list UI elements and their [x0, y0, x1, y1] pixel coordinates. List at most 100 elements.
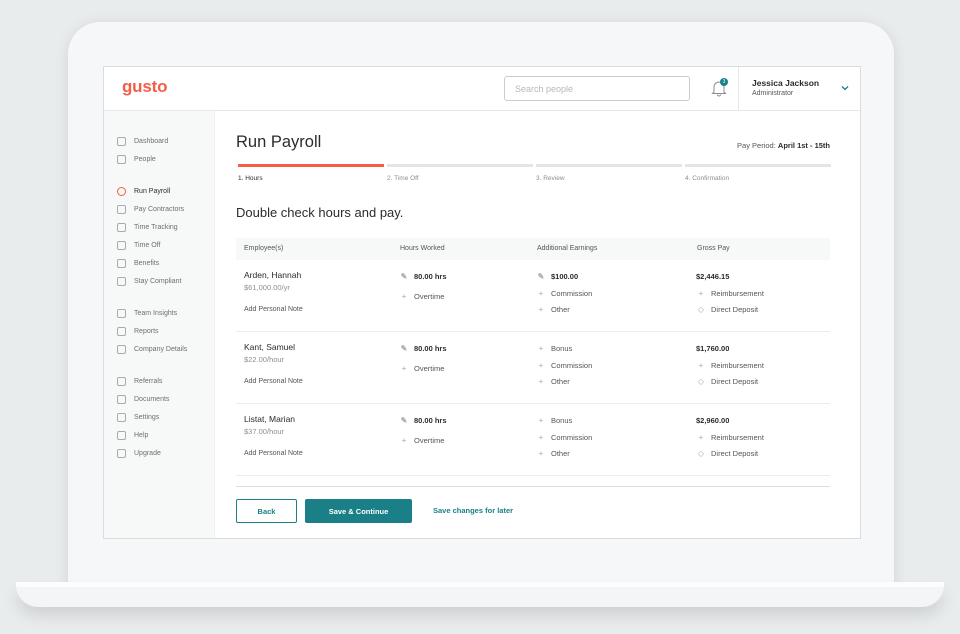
- deposit-label: Direct Deposit: [711, 304, 759, 314]
- step-label: 3. Review: [536, 175, 565, 182]
- sidebar-item-label: Help: [134, 431, 149, 439]
- search-input[interactable]: [504, 76, 690, 101]
- step-review[interactable]: 3. Review: [536, 164, 682, 182]
- save-for-later-link[interactable]: Save changes for later: [433, 506, 513, 515]
- sidebar: Dashboard People Run Payroll Pay Contrac…: [104, 111, 215, 538]
- overtime-label: Overtime: [414, 291, 445, 301]
- add-personal-note-link[interactable]: Add Personal Note: [244, 378, 303, 385]
- sidebar-item-pay-contractors[interactable]: Pay Contractors: [117, 203, 184, 215]
- payment-method[interactable]: ◇ Direct Deposit: [696, 375, 758, 387]
- save-continue-button[interactable]: Save & Continue: [305, 499, 412, 523]
- earning-label: Commission: [551, 360, 593, 370]
- earning-item[interactable]: + Commission: [536, 431, 593, 443]
- step-label: 4. Confirmation: [685, 175, 730, 182]
- plus-icon: +: [401, 435, 407, 445]
- earning-label: Commission: [551, 288, 593, 298]
- earning-label: Bonus: [551, 343, 573, 353]
- section-title: Double check hours and pay.: [236, 205, 404, 220]
- sidebar-item-label: Stay Compliant: [134, 277, 182, 285]
- hours-worked[interactable]: ✎ 80.00 hrs: [399, 414, 447, 426]
- hours-value: 80.00 hrs: [414, 415, 447, 425]
- pencil-icon: ✎: [537, 271, 545, 281]
- add-overtime[interactable]: + Overtime: [399, 290, 445, 302]
- sidebar-item-time-off[interactable]: Time Off: [117, 239, 160, 251]
- help-icon: [117, 430, 126, 440]
- add-reimbursement[interactable]: + Reimbursement: [696, 431, 764, 443]
- earning-item[interactable]: + Other: [536, 375, 570, 387]
- column-header: Employee(s): [244, 245, 284, 252]
- sidebar-item-run-payroll[interactable]: Run Payroll: [117, 185, 170, 197]
- add-overtime[interactable]: + Overtime: [399, 434, 445, 446]
- sidebar-item-documents[interactable]: Documents: [117, 393, 169, 405]
- notification-badge: 3: [720, 78, 728, 86]
- reimbursement-label: Reimbursement: [711, 360, 764, 370]
- sidebar-item-team-insights[interactable]: Team Insights: [117, 307, 177, 319]
- step-hours[interactable]: 1. Hours: [238, 164, 384, 182]
- sidebar-item-benefits[interactable]: Benefits: [117, 257, 159, 269]
- earning-label: Commission: [551, 432, 593, 442]
- gross-pay: $2,960.00: [696, 414, 729, 426]
- document-icon: [117, 394, 126, 404]
- add-overtime[interactable]: + Overtime: [399, 362, 445, 374]
- sidebar-item-label: Pay Contractors: [134, 205, 185, 213]
- plane-icon: [117, 240, 126, 250]
- chevron-down-icon[interactable]: [841, 85, 849, 91]
- step-label: 1. Hours: [238, 175, 263, 182]
- earning-item[interactable]: + Commission: [536, 359, 593, 371]
- sidebar-item-label: Team Insights: [134, 309, 178, 317]
- table-row: Listat, Marian $37.00/hour Add Personal …: [236, 404, 830, 476]
- upgrade-icon: [117, 448, 126, 458]
- step-time-off[interactable]: 2. Time Off: [387, 164, 533, 182]
- gusto-logo[interactable]: gusto: [122, 77, 167, 97]
- earning-item[interactable]: + Other: [536, 303, 570, 315]
- user-name[interactable]: Jessica Jackson: [752, 78, 819, 88]
- plus-icon: +: [538, 376, 544, 386]
- deposit-icon: ◇: [697, 304, 705, 314]
- add-reimbursement[interactable]: + Reimbursement: [696, 287, 764, 299]
- add-personal-note-link[interactable]: Add Personal Note: [244, 450, 303, 457]
- employee-rate: $37.00/hour: [244, 427, 285, 436]
- sidebar-item-dashboard[interactable]: Dashboard: [117, 135, 168, 147]
- sidebar-item-label: People: [134, 155, 156, 163]
- sidebar-item-settings[interactable]: Settings: [117, 411, 159, 423]
- earning-item[interactable]: + Bonus: [536, 342, 573, 354]
- sidebar-item-people[interactable]: People: [117, 153, 156, 165]
- back-button[interactable]: Back: [236, 499, 297, 523]
- main-content: Run Payroll Pay Period: April 1st - 15th…: [216, 111, 860, 538]
- earning-item[interactable]: ✎ $100.00: [536, 270, 578, 282]
- payment-method[interactable]: ◇ Direct Deposit: [696, 303, 758, 315]
- plus-icon: +: [538, 288, 544, 298]
- hours-worked[interactable]: ✎ 80.00 hrs: [399, 342, 447, 354]
- earning-label: Other: [551, 448, 570, 458]
- payment-method[interactable]: ◇ Direct Deposit: [696, 447, 758, 459]
- pay-period-label: Pay Period:: [737, 141, 776, 150]
- table-row: Arden, Hannah $61,000.00/yr Add Personal…: [236, 260, 830, 332]
- hours-worked[interactable]: ✎ 80.00 hrs: [399, 270, 447, 282]
- employee-name: Listat, Marian: [244, 414, 296, 424]
- sidebar-item-label: Settings: [134, 413, 160, 421]
- sidebar-item-reports[interactable]: Reports: [117, 325, 159, 337]
- sidebar-item-company-details[interactable]: Company Details: [117, 343, 187, 355]
- pay-period-value: April 1st - 15th: [777, 141, 830, 150]
- sidebar-item-label: Dashboard: [134, 137, 169, 145]
- sidebar-item-upgrade[interactable]: Upgrade: [117, 447, 161, 459]
- laptop-base-lip: [16, 582, 944, 587]
- earning-item[interactable]: + Other: [536, 447, 570, 459]
- add-personal-note-link[interactable]: Add Personal Note: [244, 306, 303, 313]
- step-confirmation[interactable]: 4. Confirmation: [685, 164, 831, 182]
- sidebar-item-help[interactable]: Help: [117, 429, 148, 441]
- reimbursement-label: Reimbursement: [711, 288, 764, 298]
- sidebar-item-time-tracking[interactable]: Time Tracking: [117, 221, 178, 233]
- add-reimbursement[interactable]: + Reimbursement: [696, 359, 764, 371]
- sidebar-item-referrals[interactable]: Referrals: [117, 375, 162, 387]
- earning-item[interactable]: + Bonus: [536, 414, 573, 426]
- column-header: Additional Earnings: [537, 245, 598, 252]
- earning-label: Other: [551, 304, 570, 314]
- sidebar-item-stay-compliant[interactable]: Stay Compliant: [117, 275, 181, 287]
- sidebar-item-label: Documents: [134, 395, 170, 403]
- earning-item[interactable]: + Commission: [536, 287, 593, 299]
- table-row: Kant, Samuel $22.00/hour Add Personal No…: [236, 332, 830, 404]
- pay-period: Pay Period: April 1st - 15th: [737, 141, 830, 150]
- gear-icon: [117, 412, 126, 422]
- pencil-icon: ✎: [400, 271, 408, 281]
